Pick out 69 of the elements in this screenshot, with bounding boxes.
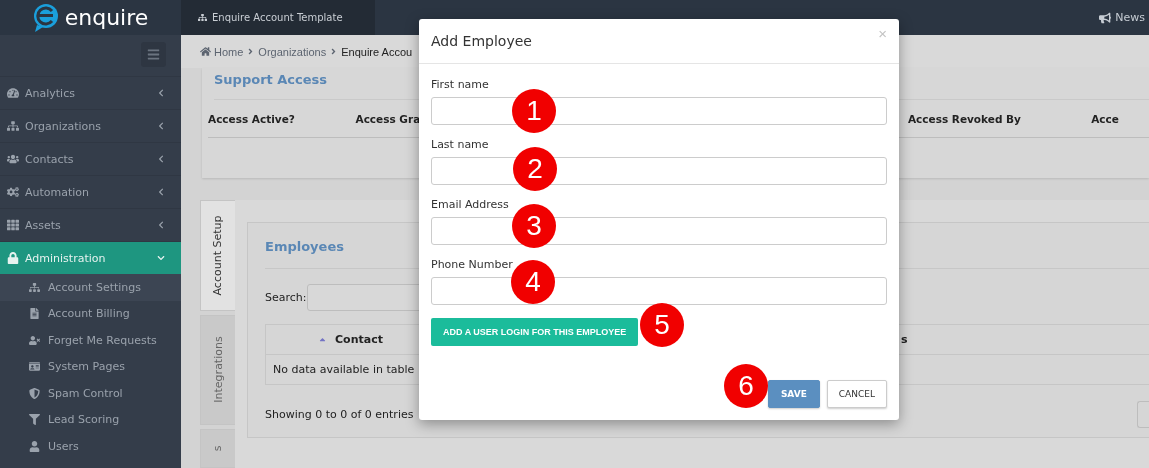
panel-title: Employees [265, 239, 344, 254]
lock-icon [7, 252, 19, 264]
sidebar-item[interactable]: Administration [0, 241, 181, 274]
shield-icon [29, 387, 40, 399]
id-card-icon [29, 361, 40, 373]
save-button[interactable]: SAVE [767, 380, 820, 408]
chevron-left-icon [157, 89, 165, 97]
search-label: Search: [265, 291, 307, 304]
breadcrumb-link[interactable]: Home [214, 45, 244, 58]
sidebar-subitem[interactable]: System Pages [0, 353, 181, 380]
column-header: Acce [1091, 112, 1119, 125]
grid-icon [7, 219, 19, 231]
document-icon [29, 308, 40, 320]
menu-toggle-button[interactable] [141, 42, 166, 67]
dialog-title: Add Employee [431, 33, 532, 49]
gauge-icon [7, 87, 19, 99]
column-header[interactable]: Contact [335, 333, 383, 346]
sidebar-subitem[interactable]: Users [0, 433, 181, 460]
home-icon [200, 46, 211, 57]
vertical-tab[interactable]: s [200, 428, 235, 468]
sidebar-subitem[interactable]: Account Billing [0, 300, 181, 327]
filter-icon [29, 414, 40, 426]
field-label: Phone Number [431, 258, 514, 273]
sidebar-item[interactable]: Organizations [0, 109, 181, 142]
empty-table-message: No data available in table [273, 363, 415, 376]
account-tab[interactable]: Enquire Account Template [181, 0, 375, 35]
add-login-button[interactable]: ADD A USER LOGIN FOR THIS EMPLOYEE [431, 318, 639, 346]
sidebar-item[interactable]: Automation [0, 175, 181, 208]
users-icon [7, 153, 19, 165]
logo-text: enquire [64, 5, 149, 30]
input-field[interactable] [431, 97, 887, 125]
megaphone-icon [1099, 11, 1112, 24]
field-label: Last name [431, 138, 490, 153]
gears-icon [7, 186, 19, 198]
news-link[interactable]: News [1099, 0, 1149, 35]
chevron-left-icon [157, 122, 165, 130]
sitemap-icon [198, 13, 207, 22]
column-header[interactable]: s [901, 333, 908, 346]
sitemap-icon [29, 281, 40, 293]
card-title: Support Access [214, 72, 328, 87]
entries-info: Showing 0 to 0 of 0 entries [265, 408, 414, 421]
input-field[interactable] [431, 157, 887, 185]
user-remove-icon [29, 334, 40, 346]
sidebar-item[interactable]: Analytics [0, 76, 181, 109]
chevron-left-icon [157, 188, 165, 196]
column-header: Access Gra [355, 112, 421, 125]
search-field[interactable] [306, 284, 422, 311]
menu-icon [147, 48, 160, 61]
cancel-button[interactable]: CANCEL [826, 380, 887, 408]
user-icon [29, 440, 40, 452]
vertical-tab[interactable]: Integrations [200, 314, 235, 425]
input-field[interactable] [431, 217, 887, 245]
column-header: Access Active? [208, 112, 295, 125]
sidebar-subitem[interactable]: Lead Scoring [0, 406, 181, 433]
breadcrumb-link[interactable]: Organizations [258, 45, 327, 58]
sort-icon [318, 335, 327, 344]
vertical-tab[interactable]: Account Setup [200, 200, 235, 311]
breadcrumb-current: Enquire Accou [341, 45, 413, 58]
column-header: Access Revoked By [907, 112, 1021, 125]
sidebar-item[interactable]: Contacts [0, 142, 181, 175]
sidebar-subitem[interactable]: Account Settings [0, 274, 181, 301]
field-label: First name [431, 78, 490, 93]
field-label: Email Address [431, 198, 510, 213]
chevron-left-icon [157, 155, 165, 163]
chevron-down-icon [157, 254, 165, 262]
sitemap-icon [7, 120, 19, 132]
sidebar-subitem[interactable]: Forget Me Requests [0, 327, 181, 354]
chevron-left-icon [157, 221, 165, 229]
sidebar-subitem[interactable]: Spam Control [0, 380, 181, 407]
